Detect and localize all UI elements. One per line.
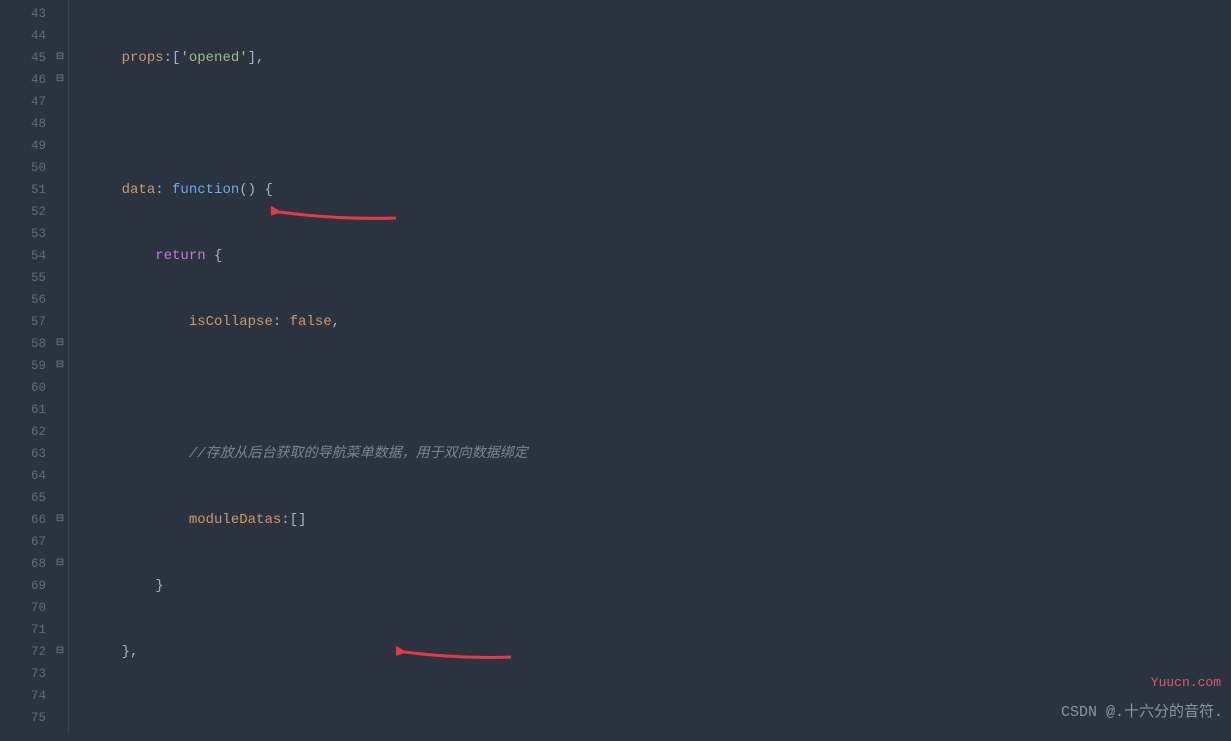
- code-line: moduleDatas:[]: [76, 509, 1231, 531]
- code-line: data: function() {: [76, 179, 1231, 201]
- code-editor[interactable]: 4344454647484950515253545556575859606162…: [0, 0, 1231, 733]
- code-line: isCollapse: false,: [76, 311, 1231, 333]
- watermark-text: Yuucn.com: [1151, 675, 1221, 690]
- code-line: }: [76, 575, 1231, 597]
- fold-gutter[interactable]: ⊟⊟⊟⊟⊟⊟⊟: [52, 0, 68, 733]
- code-line: },: [76, 641, 1231, 663]
- watermark-text: CSDN @.十六分的音符.: [1061, 700, 1223, 721]
- code-content[interactable]: props:['opened'], data: function() { ret…: [76, 0, 1231, 733]
- code-line: return {: [76, 245, 1231, 267]
- indent-guide: [68, 0, 76, 733]
- code-line: [76, 707, 1231, 729]
- code-line: [76, 377, 1231, 399]
- code-line: [76, 113, 1231, 135]
- code-line: props:['opened'],: [76, 47, 1231, 69]
- line-number-gutter: 4344454647484950515253545556575859606162…: [0, 0, 52, 733]
- code-line: //存放从后台获取的导航菜单数据，用于双向数据绑定: [76, 443, 1231, 465]
